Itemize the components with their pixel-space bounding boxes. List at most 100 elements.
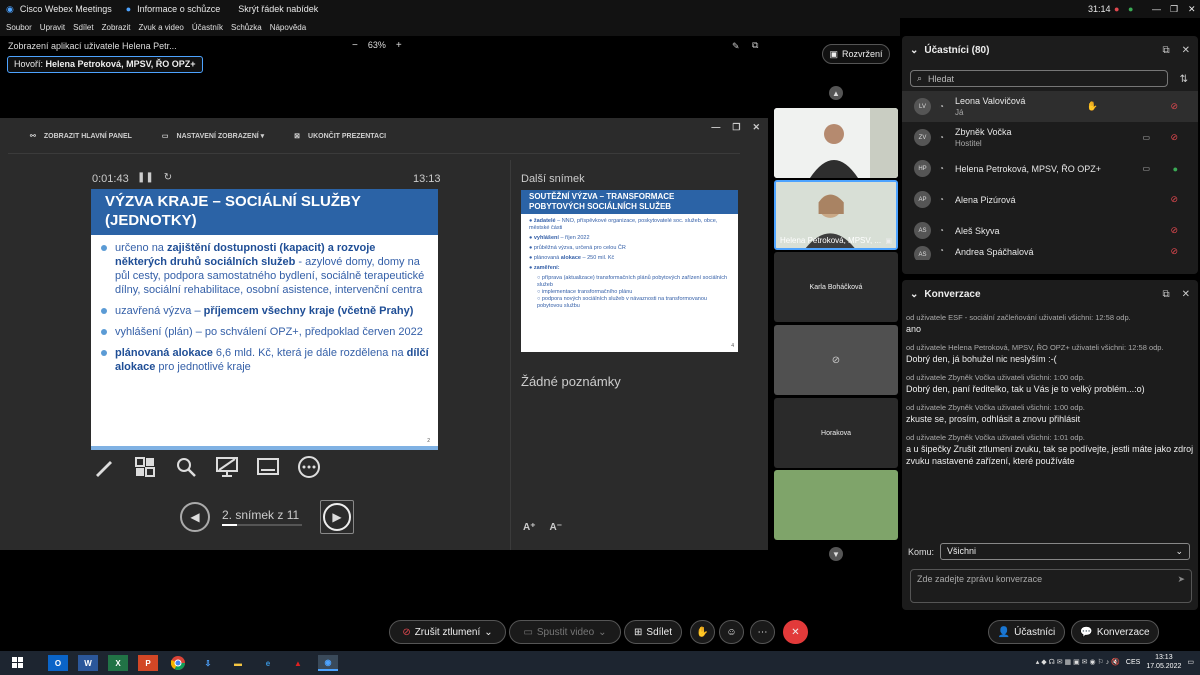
leave-meeting-button[interactable]: ✕	[783, 620, 808, 644]
send-icon[interactable]: ➤	[1177, 574, 1185, 585]
participant-row[interactable]: AS ◔ Andrea Spáčhalová ⊘	[902, 246, 1198, 260]
participant-row[interactable]: AS ◔ Aleš Skyva ⊘	[902, 215, 1198, 246]
layout-button[interactable]: ▣ Rozvržení	[822, 44, 890, 64]
hide-menu-button[interactable]: Skrýt řádek nabídek	[238, 4, 318, 14]
chrome-icon[interactable]	[168, 655, 188, 671]
close-icon[interactable]: ✕	[1182, 45, 1190, 56]
inner-restore-button[interactable]: ❐	[732, 122, 740, 133]
language-indicator[interactable]: CES	[1126, 659, 1140, 666]
slide-navigation: ◀ 2. snímek z 11 ▶	[180, 500, 354, 534]
acrobat-icon[interactable]: ▲	[288, 655, 308, 671]
unmute-button[interactable]: ⊘ Zrušit ztlumení ⌄	[389, 620, 506, 644]
webex-taskbar-icon[interactable]: ◉	[318, 655, 338, 671]
chat-message-input[interactable]: Zde zadejte zprávu konverzace ➤	[910, 569, 1192, 603]
show-taskbar-button[interactable]: ⚯ ZOBRAZIT HLAVNÍ PANEL	[30, 132, 132, 141]
word-icon[interactable]: W	[78, 655, 98, 671]
share-button[interactable]: ⊞ Sdílet	[624, 620, 682, 644]
meeting-info-button[interactable]: Informace o schůzce	[137, 4, 220, 14]
menu-soubor[interactable]: Soubor	[6, 23, 32, 32]
inner-minimize-button[interactable]: —	[711, 122, 720, 133]
participant-row[interactable]: ZV ◔ Zbyněk Vočka Hostitel ▭ ⊘	[902, 122, 1198, 153]
menu-zobrazit[interactable]: Zobrazit	[102, 23, 131, 32]
raise-hand-button[interactable]: ✋	[690, 620, 715, 644]
menu-upravit[interactable]: Upravit	[40, 23, 65, 32]
start-video-button[interactable]: ▭ Spustit video ⌄	[509, 620, 621, 644]
black-screen-icon[interactable]	[215, 455, 239, 479]
slide-progress-bar	[222, 524, 302, 526]
mic-muted-icon[interactable]: ⊘	[1170, 101, 1178, 112]
participants-button[interactable]: 👤 Účastníci	[988, 620, 1065, 644]
end-presentation-button[interactable]: ⊠ UKONČIT PREZENTACI	[294, 132, 386, 141]
magnifier-icon[interactable]	[174, 455, 198, 479]
more-options-icon[interactable]	[297, 455, 321, 479]
slide-sorter-icon[interactable]	[133, 455, 157, 479]
minimize-button[interactable]: —	[1152, 4, 1161, 14]
recipient-select[interactable]: Všichni ⌄	[940, 543, 1191, 560]
sort-icon[interactable]: ⇅	[1180, 74, 1188, 85]
collapse-icon[interactable]: ⌄	[910, 289, 918, 300]
decrease-font-icon[interactable]: A⁻	[550, 522, 563, 533]
more-icon: ⋯	[757, 626, 768, 638]
display-settings-button[interactable]: ▭ NASTAVENÍ ZOBRAZENÍ ▾	[162, 132, 264, 140]
participant-search-input[interactable]: ⌕ Hledat	[910, 70, 1168, 87]
zoom-out-button[interactable]: −	[352, 40, 358, 51]
menu-ucastnik[interactable]: Účastník	[192, 23, 223, 32]
menu-schuzka[interactable]: Schůzka	[231, 23, 262, 32]
mic-active-icon[interactable]: ●	[1173, 164, 1178, 174]
mic-muted-icon[interactable]: ⊘	[1170, 132, 1178, 143]
close-icon[interactable]: ✕	[1182, 289, 1190, 300]
annotate-icon[interactable]: ✎	[732, 41, 740, 52]
video-tile-active-speaker[interactable]: Helena Petroková, MPSV, ... ▣	[774, 180, 898, 250]
popout-icon[interactable]: ⧉	[1162, 45, 1169, 56]
zoom-in-button[interactable]: +	[396, 40, 402, 51]
inner-close-button[interactable]: ✕	[752, 122, 760, 133]
menu-bar: Soubor Upravit Sdílet Zobrazit Zvuk a vi…	[0, 18, 900, 36]
next-slide-preview[interactable]: SOUTĚŽNÍ VÝZVA – TRANSFORMACE POBYTOVÝCH…	[521, 190, 738, 352]
pen-icon[interactable]	[92, 455, 116, 479]
video-tile[interactable]: Horakova	[774, 398, 898, 468]
mic-muted-icon[interactable]: ⊘	[1170, 246, 1178, 257]
subtitles-icon[interactable]	[256, 455, 280, 479]
user-avatar-icon[interactable]: ●	[1128, 4, 1133, 14]
taskbar-clock[interactable]: 13:13 17.05.2022	[1146, 653, 1181, 671]
participant-row[interactable]: AP ◔ Alena Pizúrová ⊘	[902, 184, 1198, 215]
edge-icon[interactable]: e	[258, 655, 278, 671]
menu-napoveda[interactable]: Nápověda	[270, 23, 306, 32]
tray-icons[interactable]: ▴ ◆ ☊ ✉ ▦ ▣ ✉ ◉ ⚐ ♪ 🔇	[1036, 658, 1120, 666]
chevron-up-icon[interactable]: ▲	[829, 86, 843, 100]
participant-row[interactable]: LV ◔ Leona Valovičová Já ✋ ⊘	[902, 91, 1198, 122]
raise-hand-icon[interactable]: ✋	[1087, 101, 1098, 112]
increase-font-icon[interactable]: A⁺	[523, 522, 536, 533]
video-tile[interactable]	[774, 470, 898, 540]
chevron-down-icon[interactable]: ▼	[829, 547, 843, 561]
maximize-button[interactable]: ❐	[1170, 4, 1178, 15]
mic-muted-icon[interactable]: ⊘	[1170, 225, 1178, 236]
tile-menu-icon[interactable]: ▣	[885, 237, 892, 245]
video-tile[interactable]: ⊘	[774, 325, 898, 395]
popout-icon[interactable]: ⧉	[752, 40, 758, 51]
participant-row[interactable]: HP ◔ Helena Petroková, MPSV, ŘO OPZ+ ▭ ●	[902, 153, 1198, 184]
menu-zvuk-video[interactable]: Zvuk a video	[139, 23, 184, 32]
menu-sdilet[interactable]: Sdílet	[73, 23, 93, 32]
excel-icon[interactable]: X	[108, 655, 128, 671]
notification-icon[interactable]: ▭	[1187, 658, 1194, 666]
app-icon[interactable]: ⇩	[198, 655, 218, 671]
next-slide-button[interactable]: ▶	[320, 500, 354, 534]
pause-icon[interactable]: ❚❚	[137, 172, 154, 183]
close-window-button[interactable]: ✕	[1188, 4, 1196, 15]
previous-slide-button[interactable]: ◀	[180, 502, 210, 532]
reactions-button[interactable]: ☺	[719, 620, 744, 644]
video-tile[interactable]: Karla Boháčková	[774, 252, 898, 322]
mic-muted-icon[interactable]: ⊘	[1170, 194, 1178, 205]
participant-name: Aleš Skyva	[955, 225, 1000, 236]
popout-icon[interactable]: ⧉	[1162, 289, 1169, 300]
collapse-icon[interactable]: ⌄	[910, 45, 918, 56]
chat-button[interactable]: 💬 Konverzace	[1071, 620, 1159, 644]
file-explorer-icon[interactable]: ▬	[228, 655, 248, 671]
powerpoint-icon[interactable]: P	[138, 655, 158, 671]
video-tile[interactable]	[774, 108, 898, 178]
more-options-button[interactable]: ⋯	[750, 620, 775, 644]
reset-timer-icon[interactable]: ↻	[164, 172, 172, 183]
windows-start-icon[interactable]	[8, 655, 28, 671]
outlook-icon[interactable]: O	[48, 655, 68, 671]
